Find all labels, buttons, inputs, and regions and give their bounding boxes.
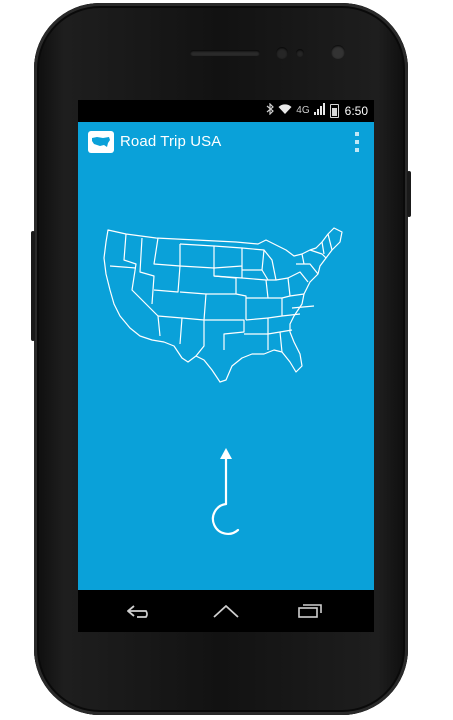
bluetooth-icon xyxy=(266,102,275,120)
front-camera xyxy=(331,45,345,59)
network-type-label: 4G xyxy=(296,105,310,116)
proximity-sensor xyxy=(296,49,304,57)
status-bar: 4G 6:50 xyxy=(78,100,374,122)
earpiece-speaker xyxy=(190,50,260,56)
status-time: 6:50 xyxy=(344,104,368,118)
battery-icon xyxy=(329,104,339,118)
camera-sensor xyxy=(276,47,288,59)
back-icon[interactable] xyxy=(120,598,160,624)
app-title: Road Trip USA xyxy=(120,133,222,150)
system-nav-bar xyxy=(78,590,374,632)
overflow-menu-icon[interactable] xyxy=(350,132,364,152)
phone-screen: 4G 6:50 Road Trip USA xyxy=(78,100,374,632)
wifi-icon xyxy=(278,103,292,120)
usa-map-icon[interactable] xyxy=(88,131,114,153)
signal-icon xyxy=(313,102,326,120)
usa-states-outline xyxy=(103,227,343,383)
power-button xyxy=(407,171,411,217)
volume-button xyxy=(31,231,35,341)
turn-arrow-icon xyxy=(211,448,240,535)
home-icon[interactable] xyxy=(206,598,246,624)
recents-icon[interactable] xyxy=(290,598,330,624)
app-content: Road Trip USA xyxy=(78,122,374,590)
action-bar: Road Trip USA xyxy=(78,122,374,162)
